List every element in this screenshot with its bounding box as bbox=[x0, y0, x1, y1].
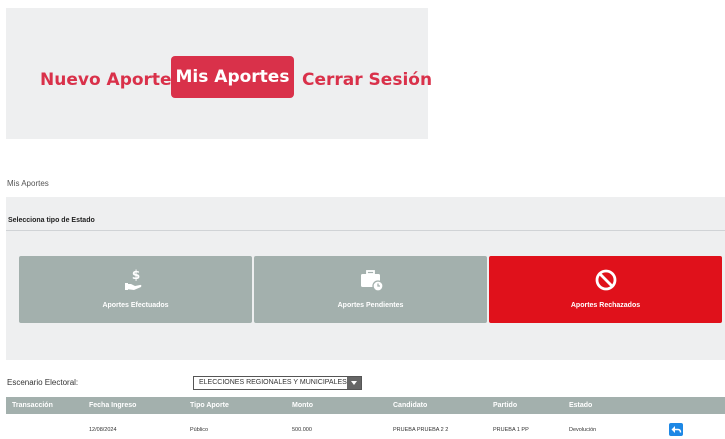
ban-icon bbox=[595, 269, 616, 291]
col-monto: Monto bbox=[292, 402, 313, 409]
col-transaccion: Transacción bbox=[12, 402, 53, 409]
nav-nuevo-aporte[interactable]: Nuevo Aporte bbox=[40, 70, 172, 90]
chevron-down-icon[interactable] bbox=[347, 377, 361, 389]
table-header: Transacción Fecha Ingreso Tipo Aporte Mo… bbox=[6, 397, 725, 414]
card-label: Aportes Pendientes bbox=[337, 302, 404, 309]
briefcase-clock-icon bbox=[360, 270, 383, 292]
hand-dollar-icon: $ bbox=[124, 268, 141, 290]
cell-tipo: Público bbox=[190, 427, 209, 433]
cell-partido: PRUEBA 1 PP bbox=[493, 427, 529, 433]
reply-button[interactable] bbox=[669, 423, 683, 436]
cell-fecha: 12/08/2024 bbox=[89, 427, 117, 433]
reply-icon bbox=[671, 426, 682, 433]
divider bbox=[6, 230, 725, 231]
card-aportes-pendientes[interactable]: Aportes Pendientes bbox=[254, 256, 487, 323]
escenario-select[interactable]: ELECCIONES REGIONALES Y MUNICIPALES bbox=[193, 376, 362, 390]
top-nav: Nuevo Aporte Mis Aportes Cerrar Sesión bbox=[6, 8, 432, 139]
col-fecha-ingreso: Fecha Ingreso bbox=[89, 402, 137, 409]
card-aportes-efectuados[interactable]: $ Aportes Efectuados bbox=[19, 256, 252, 323]
panel-title: Selecciona tipo de Estado bbox=[8, 217, 95, 224]
col-candidato: Candidato bbox=[393, 402, 428, 409]
card-aportes-rechazados[interactable]: Aportes Rechazados bbox=[489, 256, 722, 323]
cell-candidato: PRUEBA PRUEBA 2 2 bbox=[393, 427, 449, 433]
card-label: Aportes Rechazados bbox=[570, 302, 641, 309]
cell-estado: Devolución bbox=[569, 427, 597, 433]
card-label: Aportes Efectuados bbox=[102, 302, 169, 309]
nav-cerrar-sesion[interactable]: Cerrar Sesión bbox=[302, 70, 432, 90]
nav-mis-aportes[interactable]: Mis Aportes bbox=[171, 56, 294, 98]
breadcrumb: Mis Aportes bbox=[7, 179, 49, 188]
select-value: ELECCIONES REGIONALES Y MUNICIPALES bbox=[199, 379, 347, 386]
col-tipo-aporte: Tipo Aporte bbox=[190, 402, 229, 409]
cell-monto: 500.000 bbox=[292, 427, 312, 433]
col-estado: Estado bbox=[569, 402, 593, 409]
svg-text:$: $ bbox=[131, 268, 139, 282]
escenario-label: Escenario Electoral: bbox=[7, 378, 79, 387]
col-partido: Partido bbox=[493, 402, 518, 409]
estado-panel: Selecciona tipo de Estado $ Aportes Efec… bbox=[6, 197, 725, 360]
